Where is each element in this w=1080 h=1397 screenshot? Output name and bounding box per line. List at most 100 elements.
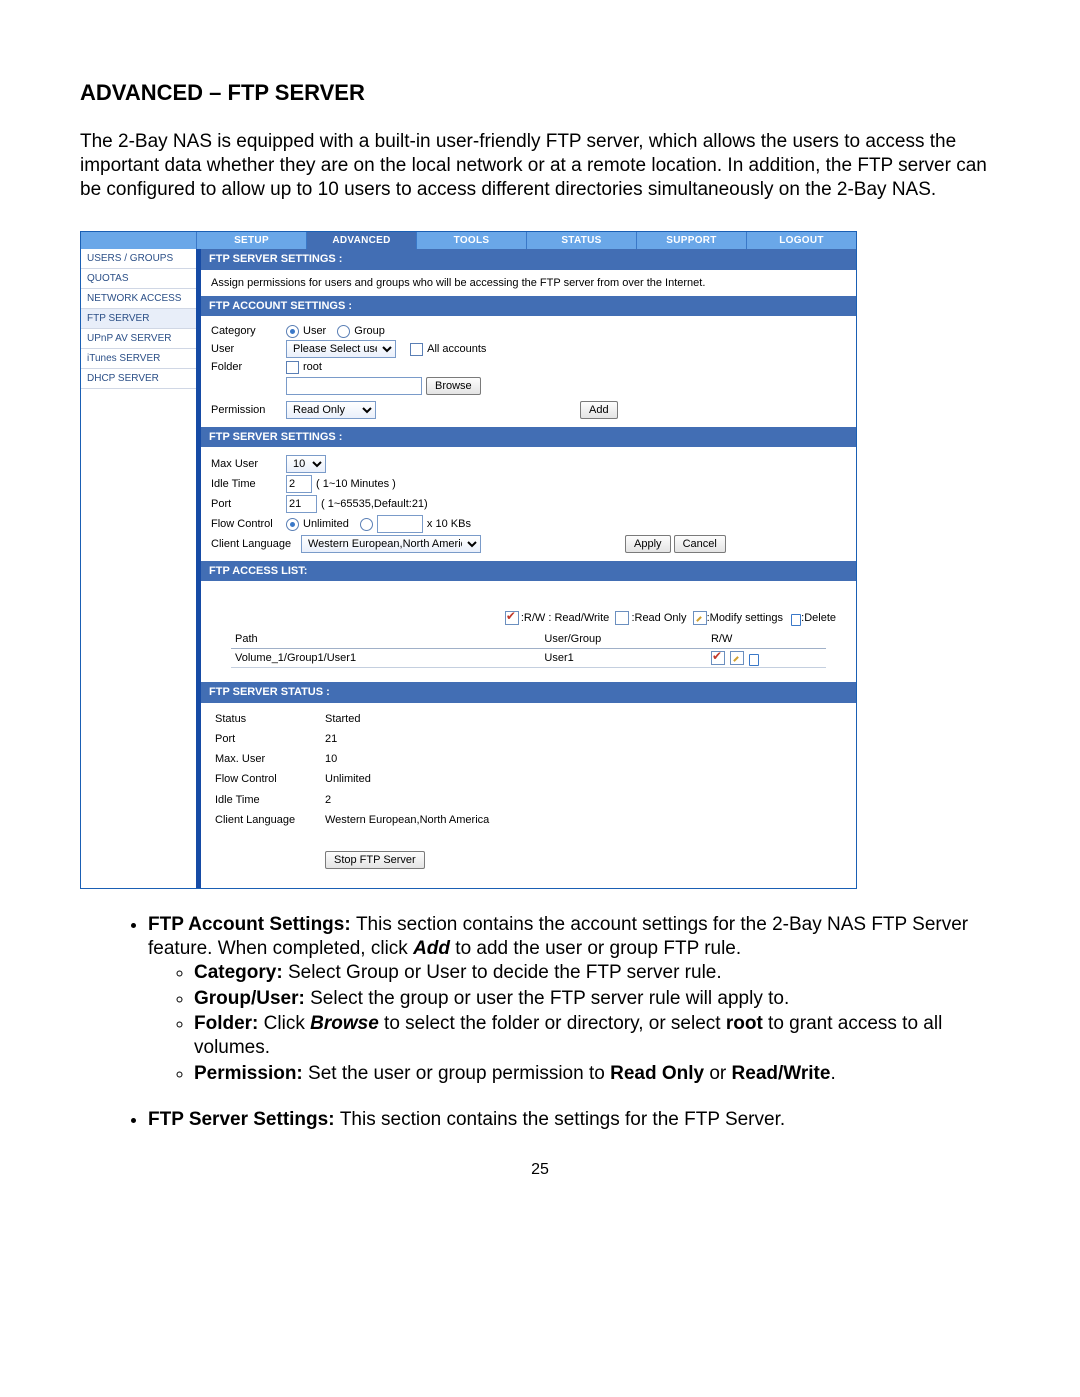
sidebar-item-network-access[interactable]: NETWORK ACCESS xyxy=(81,289,196,309)
tab-support[interactable]: SUPPORT xyxy=(636,232,746,249)
table-row: Volume_1/Group1/User1 User1 xyxy=(231,648,826,667)
page-number: 25 xyxy=(80,1161,1000,1179)
th-user: User/Group xyxy=(540,630,707,649)
slab-max: Max. User xyxy=(215,752,325,766)
settings-desc: Assign permissions for users and groups … xyxy=(201,270,856,296)
legend-rw-icon xyxy=(505,611,519,625)
panel-head-status: FTP SERVER STATUS : xyxy=(201,682,856,702)
add-button[interactable]: Add xyxy=(580,401,618,419)
sval-port: 21 xyxy=(325,732,337,746)
cancel-button[interactable]: Cancel xyxy=(674,535,726,553)
select-permission[interactable]: Read Only xyxy=(286,401,376,419)
tab-spacer xyxy=(81,232,196,249)
label-folder: Folder xyxy=(211,360,286,374)
slab-port: Port xyxy=(215,732,325,746)
note-server-settings: FTP Server Settings: This section contai… xyxy=(148,1108,1000,1132)
slab-lang: Client Language xyxy=(215,813,325,827)
tab-setup[interactable]: SETUP xyxy=(196,232,306,249)
sidebar-item-ftp-server[interactable]: FTP SERVER xyxy=(81,309,196,329)
label-max-user: Max User xyxy=(211,457,286,471)
label-permission: Permission xyxy=(211,403,286,417)
stop-ftp-button[interactable]: Stop FTP Server xyxy=(325,851,425,869)
tab-advanced[interactable]: ADVANCED xyxy=(306,232,416,249)
select-max-user[interactable]: 10 xyxy=(286,455,326,473)
sidebar-item-itunes[interactable]: iTunes SERVER xyxy=(81,349,196,369)
top-tabs: SETUP ADVANCED TOOLS STATUS SUPPORT LOGO… xyxy=(81,232,856,249)
notes-section: FTP Account Settings: This section conta… xyxy=(80,913,1000,1131)
select-user[interactable]: Please Select user... xyxy=(286,340,396,358)
cell-path: Volume_1/Group1/User1 xyxy=(231,648,540,667)
sval-idle: 2 xyxy=(325,793,331,807)
th-rw: R/W xyxy=(707,630,826,649)
checkbox-all-accounts[interactable] xyxy=(410,343,423,356)
tab-logout[interactable]: LOGOUT xyxy=(746,232,856,249)
flow-unit: x 10 KBs xyxy=(427,517,471,531)
sval-status: Started xyxy=(325,712,360,726)
row-rw-icon[interactable] xyxy=(711,651,725,665)
label-user: User xyxy=(211,342,286,356)
label-all-accounts: All accounts xyxy=(427,342,486,356)
th-path: Path xyxy=(231,630,540,649)
server-body: Max User 10 Idle Time ( 1~10 Minutes ) P… xyxy=(201,447,856,561)
checkbox-root[interactable] xyxy=(286,361,299,374)
select-lang[interactable]: Western European,North America xyxy=(301,535,481,553)
account-body: Category User Group User Please Select u… xyxy=(201,316,856,427)
apply-button[interactable]: Apply xyxy=(625,535,671,553)
browse-button[interactable]: Browse xyxy=(426,377,481,395)
tab-tools[interactable]: TOOLS xyxy=(416,232,526,249)
sval-flow: Unlimited xyxy=(325,772,371,786)
input-folder-path[interactable] xyxy=(286,377,422,395)
input-idle[interactable] xyxy=(286,475,312,493)
radio-group[interactable] xyxy=(337,325,350,338)
label-unlimited: Unlimited xyxy=(303,517,349,531)
tab-status[interactable]: STATUS xyxy=(526,232,636,249)
access-table: Path User/Group R/W Volume_1/Group1/User… xyxy=(231,630,826,669)
port-hint: ( 1~65535,Default:21) xyxy=(321,497,428,511)
sidebar-item-users-groups[interactable]: USERS / GROUPS xyxy=(81,249,196,269)
sval-lang: Western European,North America xyxy=(325,813,489,827)
radio-group-label: Group xyxy=(354,324,385,338)
legend-delete-text: :Delete xyxy=(801,612,836,624)
legend-ro-text: :Read Only xyxy=(631,612,686,624)
panel-head-account: FTP ACCOUNT SETTINGS : xyxy=(201,296,856,316)
input-port[interactable] xyxy=(286,495,317,513)
label-root: root xyxy=(303,360,322,374)
note-folder: Folder: Click Browse to select the folde… xyxy=(194,1012,1000,1060)
legend-ro-icon xyxy=(615,611,629,625)
nas-admin-screenshot: SETUP ADVANCED TOOLS STATUS SUPPORT LOGO… xyxy=(80,231,857,889)
sval-max: 10 xyxy=(325,752,337,766)
panel-head-server2: FTP SERVER SETTINGS : xyxy=(201,427,856,447)
note-account-settings: FTP Account Settings: This section conta… xyxy=(148,913,1000,1085)
radio-user-label: User xyxy=(303,324,326,338)
note-category: Category: Select Group or User to decide… xyxy=(194,961,1000,985)
label-flow: Flow Control xyxy=(211,517,286,531)
access-body: :R/W : Read/Write :Read Only :Modify set… xyxy=(201,581,856,668)
label-category: Category xyxy=(211,324,286,338)
sidebar-item-upnp-av[interactable]: UPnP AV SERVER xyxy=(81,329,196,349)
content-area: FTP SERVER SETTINGS : Assign permissions… xyxy=(201,249,856,888)
label-lang: Client Language xyxy=(211,537,301,551)
cell-user: User1 xyxy=(540,648,707,667)
label-idle: Idle Time xyxy=(211,477,286,491)
slab-status: Status xyxy=(215,712,325,726)
sidebar-item-dhcp[interactable]: DHCP SERVER xyxy=(81,369,196,389)
sidebar-item-quotas[interactable]: QUOTAS xyxy=(81,269,196,289)
label-port: Port xyxy=(211,497,286,511)
legend-modify-icon xyxy=(693,611,707,625)
panel-head-settings: FTP SERVER SETTINGS : xyxy=(201,249,856,269)
status-body: StatusStarted Port21 Max. User10 Flow Co… xyxy=(201,703,856,879)
row-modify-icon[interactable] xyxy=(730,651,744,665)
page-title: ADVANCED – FTP SERVER xyxy=(80,80,1000,106)
slab-flow: Flow Control xyxy=(215,772,325,786)
legend-delete-icon xyxy=(789,612,801,624)
radio-limited[interactable] xyxy=(360,518,373,531)
radio-user[interactable] xyxy=(286,325,299,338)
panel-head-access: FTP ACCESS LIST: xyxy=(201,561,856,581)
input-flow-value[interactable] xyxy=(377,515,423,533)
intro-paragraph: The 2-Bay NAS is equipped with a built-i… xyxy=(80,130,1000,201)
note-permission: Permission: Set the user or group permis… xyxy=(194,1062,1000,1086)
legend-rw-text: :R/W : Read/Write xyxy=(521,612,609,624)
row-delete-icon[interactable] xyxy=(747,652,759,664)
radio-unlimited[interactable] xyxy=(286,518,299,531)
idle-hint: ( 1~10 Minutes ) xyxy=(316,477,396,491)
